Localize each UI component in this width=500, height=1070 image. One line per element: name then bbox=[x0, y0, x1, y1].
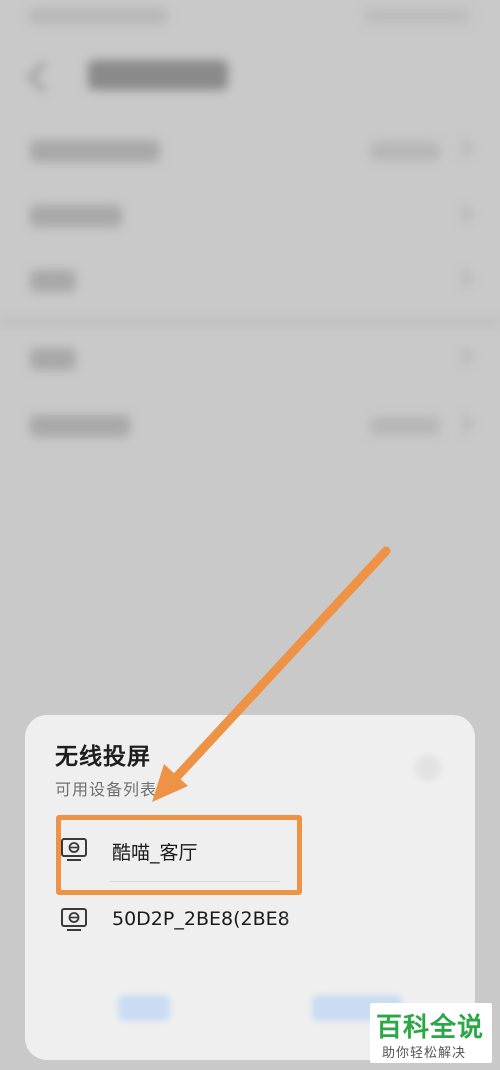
cancel-button[interactable] bbox=[118, 995, 170, 1021]
settings-row bbox=[30, 347, 473, 372]
section-divider bbox=[0, 318, 500, 326]
settings-title-blurred bbox=[88, 60, 228, 90]
annotation-highlight-box bbox=[56, 815, 302, 895]
status-bar bbox=[28, 8, 472, 28]
settings-row bbox=[30, 414, 473, 439]
watermark-tagline: 助你轻松解决 bbox=[382, 1046, 467, 1061]
device-item-50d2p[interactable]: 50D2P_2BE8(2BE8 bbox=[60, 900, 460, 940]
tv-cast-icon bbox=[61, 908, 87, 931]
settings-row bbox=[30, 139, 473, 164]
device-name: 50D2P_2BE8(2BE8 bbox=[112, 908, 290, 930]
watermark-logo: 百科全说 助你轻松解决 bbox=[370, 1003, 492, 1063]
sheet-subtitle: 可用设备列表 bbox=[55, 780, 158, 799]
watermark-title: 百科全说 bbox=[376, 1013, 485, 1043]
sheet-title: 无线投屏 bbox=[55, 744, 151, 770]
refresh-icon[interactable] bbox=[415, 755, 441, 781]
text-fade-overlay bbox=[282, 900, 352, 938]
settings-row bbox=[30, 269, 473, 294]
settings-row bbox=[30, 204, 473, 229]
back-arrow-icon bbox=[27, 61, 59, 93]
